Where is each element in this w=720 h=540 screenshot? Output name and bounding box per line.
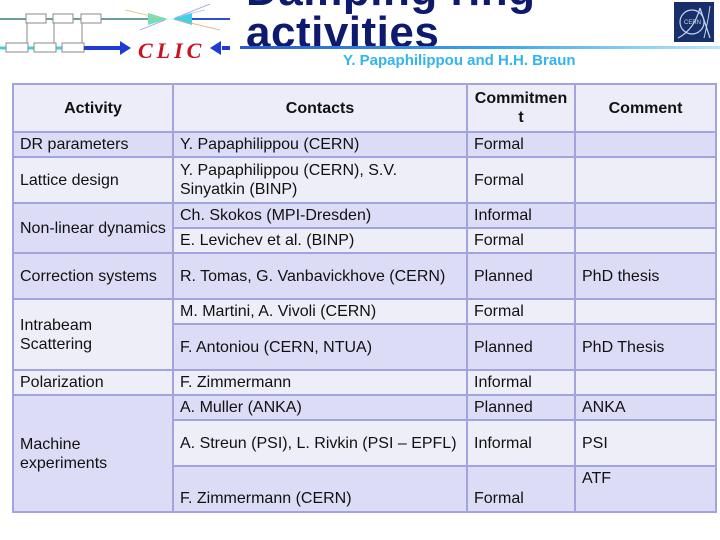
cell-comment (574, 227, 717, 254)
column-header-commitment: Commitmen t (466, 83, 576, 133)
cell-contact: E. Levichev et al. (BINP) (172, 227, 468, 254)
cell-commitment: Planned (466, 252, 576, 300)
table-row: Correction systems R. Tomas, G. Vanbavic… (12, 252, 717, 300)
title-underline (240, 46, 720, 49)
cell-contact: A. Muller (ANKA) (172, 394, 468, 421)
cell-commitment: Formal (466, 156, 576, 204)
collision-burst (124, 3, 230, 31)
cell-comment (574, 202, 717, 229)
cell-contact: Ch. Skokos (MPI-Dresden) (172, 202, 468, 229)
subtitle-authors: Y. Papaphilippou and H.H. Braun (343, 52, 576, 69)
cell-commitment: Formal (466, 465, 576, 513)
column-header-activity: Activity (12, 83, 174, 133)
cell-comment: ANKA (574, 394, 717, 421)
clic-logo-text: CLIC (138, 38, 205, 63)
cell-comment (574, 298, 717, 325)
cell-commitment: Formal (466, 227, 576, 254)
cell-commitment: Formal (466, 131, 576, 158)
cell-commitment: Planned (466, 394, 576, 421)
cell-activity: Intrabeam Scattering (12, 298, 174, 371)
cell-comment: PhD thesis (574, 252, 717, 300)
table-header-row: Activity Contacts Commitmen t Comment (12, 83, 717, 133)
table-row: Intrabeam Scattering M. Martini, A. Vivo… (12, 298, 717, 371)
cell-contact: F. Zimmermann (CERN) (172, 465, 468, 513)
cell-commitment: Formal (466, 298, 576, 325)
cell-contact: Y. Papaphilippou (CERN) (172, 131, 468, 158)
cell-contact: A. Streun (PSI), L. Rivkin (PSI – EPFL) (172, 419, 468, 467)
cell-commitment: Informal (466, 369, 576, 396)
cell-contact: F. Zimmermann (172, 369, 468, 396)
table-row: Lattice design Y. Papaphilippou (CERN), … (12, 156, 717, 204)
cell-comment (574, 156, 717, 204)
table-row: DR parameters Y. Papaphilippou (CERN) Fo… (12, 131, 717, 158)
column-header-comment: Comment (574, 83, 717, 133)
cell-comment (574, 131, 717, 158)
cell-activity: Non-linear dynamics (12, 202, 174, 254)
cell-activity: DR parameters (12, 131, 174, 158)
clic-logo: CLIC (0, 3, 230, 63)
cell-activity: Correction systems (12, 252, 174, 300)
table-row: Polarization F. Zimmermann Informal (12, 369, 717, 396)
table-row: Non-linear dynamics Ch. Skokos (MPI-Dres… (12, 202, 717, 254)
cell-activity: Machine experiments (12, 394, 174, 513)
cell-activity: Polarization (12, 369, 174, 396)
svg-text:CERN: CERN (684, 20, 701, 26)
cell-contact: M. Martini, A. Vivoli (CERN) (172, 298, 468, 325)
cell-commitment: Planned (466, 323, 576, 371)
cell-activity: Lattice design (12, 156, 174, 204)
cern-logo-icon: CERN (674, 2, 714, 42)
cell-comment: PSI (574, 419, 717, 467)
cell-commitment: Informal (466, 202, 576, 229)
cell-contact: Y. Papaphilippou (CERN), S.V. Sinyatkin … (172, 156, 468, 204)
table-row: Machine experiments A. Muller (ANKA) Pla… (12, 394, 717, 513)
cell-commitment: Informal (466, 419, 576, 467)
cell-comment (574, 369, 717, 396)
cell-contact: R. Tomas, G. Vanbavickhove (CERN) (172, 252, 468, 300)
cell-comment: ATF (574, 465, 717, 513)
cell-comment: PhD Thesis (574, 323, 717, 371)
column-header-contacts: Contacts (172, 83, 468, 133)
activities-table: Activity Contacts Commitmen t Comment DR… (12, 83, 717, 513)
cell-contact: F. Antoniou (CERN, NTUA) (172, 323, 468, 371)
